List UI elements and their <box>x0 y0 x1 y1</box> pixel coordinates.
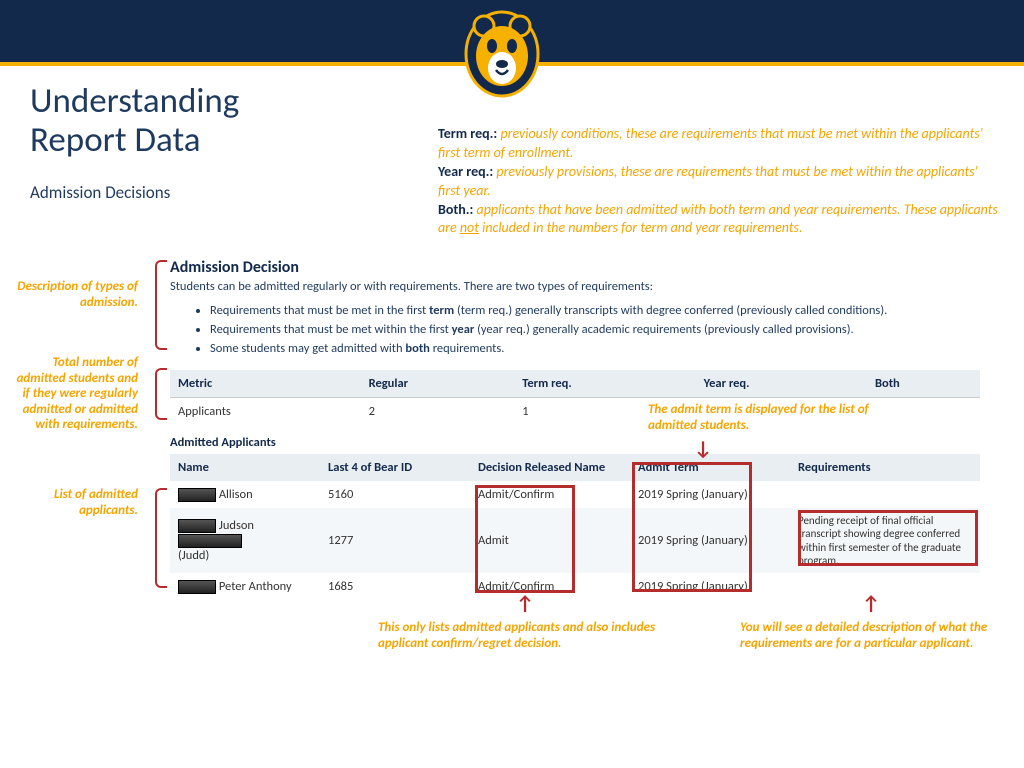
row1-id: 1277 <box>320 508 470 573</box>
bullet-1: Requirements that must be met in the fir… <box>210 302 980 321</box>
row0-req <box>790 481 980 508</box>
metric-label: Applicants <box>170 398 361 426</box>
anno-description: Description of types of admission. <box>8 279 138 310</box>
redbox-decision <box>475 485 575 593</box>
redbox-admit-term <box>632 462 752 592</box>
report-heading: Admission Decision <box>170 258 980 277</box>
bullet-2: Requirements that must be met within the… <box>210 321 980 340</box>
arrow-up-icon: ↑ <box>516 592 534 616</box>
row2-id: 1685 <box>320 573 470 600</box>
anno-requirements: You will see a detailed description of w… <box>740 620 990 651</box>
both-text-b: included in the numbers for term and yea… <box>479 219 803 236</box>
app-h-id: Last 4 of Bear ID <box>320 454 470 481</box>
row2-name: Peter Anthony <box>219 579 292 594</box>
arrow-up-icon: ↑ <box>862 592 880 616</box>
table-row: Allison 5160 Admit/Confirm 2019 Spring (… <box>170 481 980 508</box>
metric-h5: Both <box>867 370 980 398</box>
row1-name: Judson <box>219 518 254 533</box>
report-intro: Students can be admitted regularly or wi… <box>170 279 980 294</box>
requirement-bullets: Requirements that must be met in the fir… <box>210 302 980 358</box>
page-title: Understanding Report Data <box>30 82 239 159</box>
redbox-requirements <box>798 510 978 566</box>
bear-logo <box>462 8 542 100</box>
arrow-down-icon: ↓ <box>694 437 712 461</box>
bullet-3: Some students may get admitted with both… <box>210 340 980 359</box>
redacted-block <box>178 534 242 548</box>
title-line-2: Report Data <box>30 119 201 161</box>
metric-h1: Metric <box>170 370 361 398</box>
metric-h4: Year req. <box>696 370 867 398</box>
metric-h2: Regular <box>361 370 515 398</box>
row0-id: 5160 <box>320 481 470 508</box>
both-not: not <box>460 219 479 236</box>
both-label: Both.: <box>438 201 473 218</box>
anno-admit-term: The admit term is displayed for the list… <box>648 402 898 433</box>
row2-req <box>790 573 980 600</box>
title-line-1: Understanding <box>30 80 239 122</box>
glossary-block: Term req.: previously conditions, these … <box>438 125 998 238</box>
redacted-block <box>178 519 216 533</box>
redacted-block <box>178 580 216 594</box>
bracket-description <box>155 260 167 350</box>
app-h-name: Name <box>170 454 320 481</box>
page-subtitle: Admission Decisions <box>30 182 170 203</box>
term-req-label: Term req.: <box>438 125 497 142</box>
metric-h3: Term req. <box>514 370 695 398</box>
app-h-req: Requirements <box>790 454 980 481</box>
year-req-label: Year req.: <box>438 163 493 180</box>
bracket-list <box>155 488 167 588</box>
row0-name: Allison <box>219 487 253 502</box>
anno-total: Total number of admitted students and if… <box>8 355 138 433</box>
bracket-total <box>155 368 167 420</box>
app-h-decision: Decision Released Name <box>470 454 630 481</box>
metric-regular: 2 <box>361 398 515 426</box>
row1-alias: (Judd) <box>178 548 209 563</box>
term-req-text: previously conditions, these are require… <box>438 125 983 161</box>
anno-list: List of admitted applicants. <box>8 487 138 518</box>
redacted-block <box>178 488 216 502</box>
anno-decision: This only lists admitted applicants and … <box>378 620 658 651</box>
year-req-text: previously provisions, these are require… <box>438 163 978 199</box>
table-row: Peter Anthony 1685 Admit/Confirm 2019 Sp… <box>170 573 980 600</box>
